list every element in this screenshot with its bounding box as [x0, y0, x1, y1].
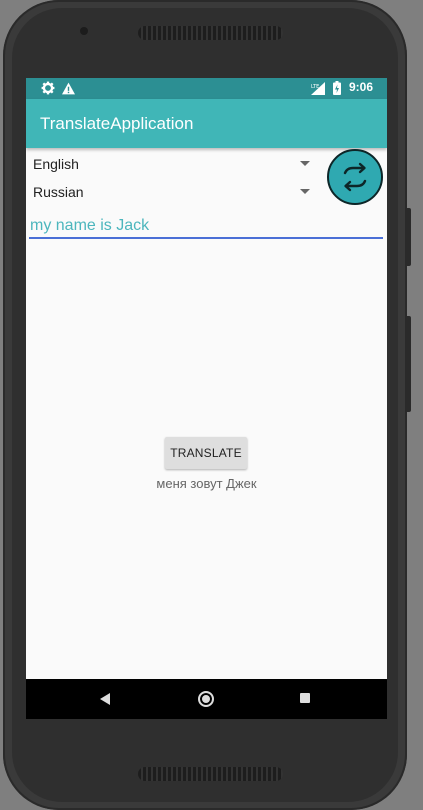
dropdown-arrow-icon	[300, 161, 310, 166]
top-speaker	[138, 26, 283, 40]
translate-button[interactable]: TRANSLATE	[165, 437, 247, 469]
power-button	[405, 208, 411, 266]
front-camera	[80, 27, 88, 35]
source-text-input[interactable]	[29, 215, 383, 239]
status-time: 9:06	[348, 80, 373, 94]
translation-result: меня зовут Джек	[156, 476, 257, 491]
screen: LTE 9:06 TranslateApplication English Ru…	[26, 78, 387, 719]
swap-languages-button[interactable]	[327, 149, 383, 205]
home-icon[interactable]	[198, 691, 214, 707]
status-bar: LTE 9:06	[26, 78, 387, 99]
source-language-value: English	[33, 156, 79, 172]
bottom-speaker	[138, 767, 283, 781]
recents-icon[interactable]	[300, 693, 310, 703]
app-title: TranslateApplication	[40, 114, 194, 133]
warning-icon	[62, 82, 75, 95]
app-bar: TranslateApplication	[26, 99, 387, 148]
lte-signal-icon: LTE	[311, 82, 325, 95]
target-language-spinner[interactable]: Russian	[26, 178, 326, 206]
swap-arrows-icon	[343, 162, 367, 192]
target-language-value: Russian	[33, 184, 84, 200]
dropdown-arrow-icon	[300, 189, 310, 194]
volume-button	[405, 316, 411, 412]
navigation-bar	[26, 679, 387, 719]
svg-text:LTE: LTE	[311, 84, 319, 90]
battery-icon	[333, 81, 341, 95]
source-language-spinner[interactable]: English	[26, 150, 326, 178]
back-icon[interactable]	[100, 693, 110, 705]
settings-icon	[41, 81, 55, 95]
